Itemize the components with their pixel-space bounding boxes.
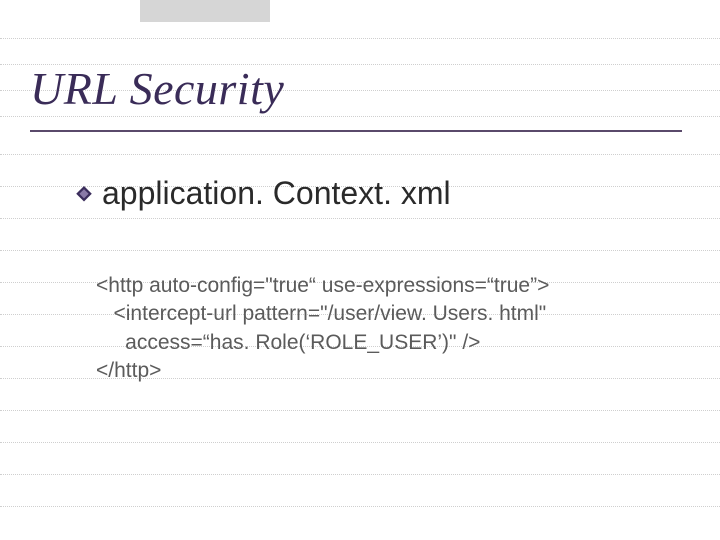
- code-block: <http auto-config="true“ use-expressions…: [96, 272, 656, 385]
- title-tab-shadow: [140, 0, 270, 22]
- title-underline: [30, 130, 682, 132]
- bullet-text: application. Context. xml: [102, 175, 451, 212]
- slide-title: URL Security: [30, 62, 284, 115]
- code-line: <intercept-url pattern="/user/view. User…: [96, 300, 656, 328]
- bullet-row: application. Context. xml: [76, 175, 451, 212]
- code-line: access=“has. Role(‘ROLE_USER’)" />: [96, 329, 656, 357]
- code-line: </http>: [96, 357, 656, 385]
- code-line: <http auto-config="true“ use-expressions…: [96, 272, 656, 300]
- diamond-bullet-icon: [76, 186, 92, 202]
- slide: URL Security application. Context. xml <…: [0, 0, 720, 540]
